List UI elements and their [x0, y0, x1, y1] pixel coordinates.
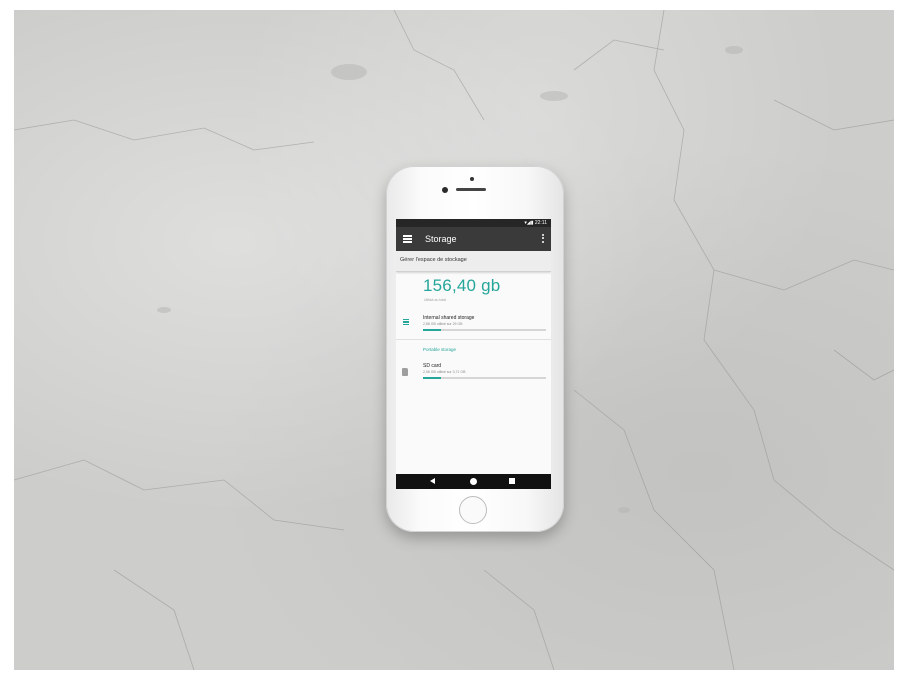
concrete-background: ▾◢▮ 22:11 Storage Gérer l'espace de stoc… [14, 10, 894, 670]
sd-card-progress [423, 377, 546, 379]
subheader: Gérer l'espace de stockage [396, 251, 551, 272]
smartphone: ▾◢▮ 22:11 Storage Gérer l'espace de stoc… [386, 166, 564, 532]
sd-card-subtitle: 2,06 GB utilisé sur 3,71 GB [423, 370, 466, 374]
earpiece-speaker [456, 188, 486, 191]
subheader-text: Gérer l'espace de stockage [400, 257, 467, 263]
front-camera [442, 187, 448, 193]
phone-screen: ▾◢▮ 22:11 Storage Gérer l'espace de stoc… [396, 219, 551, 489]
menu-icon[interactable] [403, 235, 412, 243]
total-used-value: 156,40 gb [423, 276, 501, 295]
status-bar: ▾◢▮ 22:11 [396, 219, 551, 227]
section-divider [396, 339, 551, 340]
internal-storage-subtitle: 2,88 GB utilisé sur 29 GB [423, 322, 463, 326]
total-used-caption: Utilisé au total [424, 298, 446, 302]
status-time: 22:11 [534, 220, 547, 226]
sd-card-icon [402, 368, 408, 376]
back-icon[interactable] [430, 478, 435, 484]
camera-dot [470, 177, 474, 181]
portable-storage-label: Portable storage [423, 347, 457, 352]
internal-storage-item[interactable]: Internal shared storage [423, 315, 474, 321]
storage-icon [403, 319, 409, 325]
physical-home-button[interactable] [459, 496, 487, 524]
signal-battery-icons: ▾◢▮ [524, 220, 534, 226]
more-vert-icon[interactable] [542, 234, 544, 244]
sd-card-item[interactable]: SD card [423, 363, 441, 369]
sd-card-progress-fill [423, 377, 442, 379]
app-title: Storage [425, 234, 457, 244]
app-bar: Storage [396, 227, 551, 251]
navigation-bar [396, 474, 551, 489]
recent-apps-icon[interactable] [509, 478, 515, 484]
internal-storage-progress-fill [423, 329, 442, 331]
home-icon[interactable] [470, 478, 477, 485]
internal-storage-progress [423, 329, 546, 331]
